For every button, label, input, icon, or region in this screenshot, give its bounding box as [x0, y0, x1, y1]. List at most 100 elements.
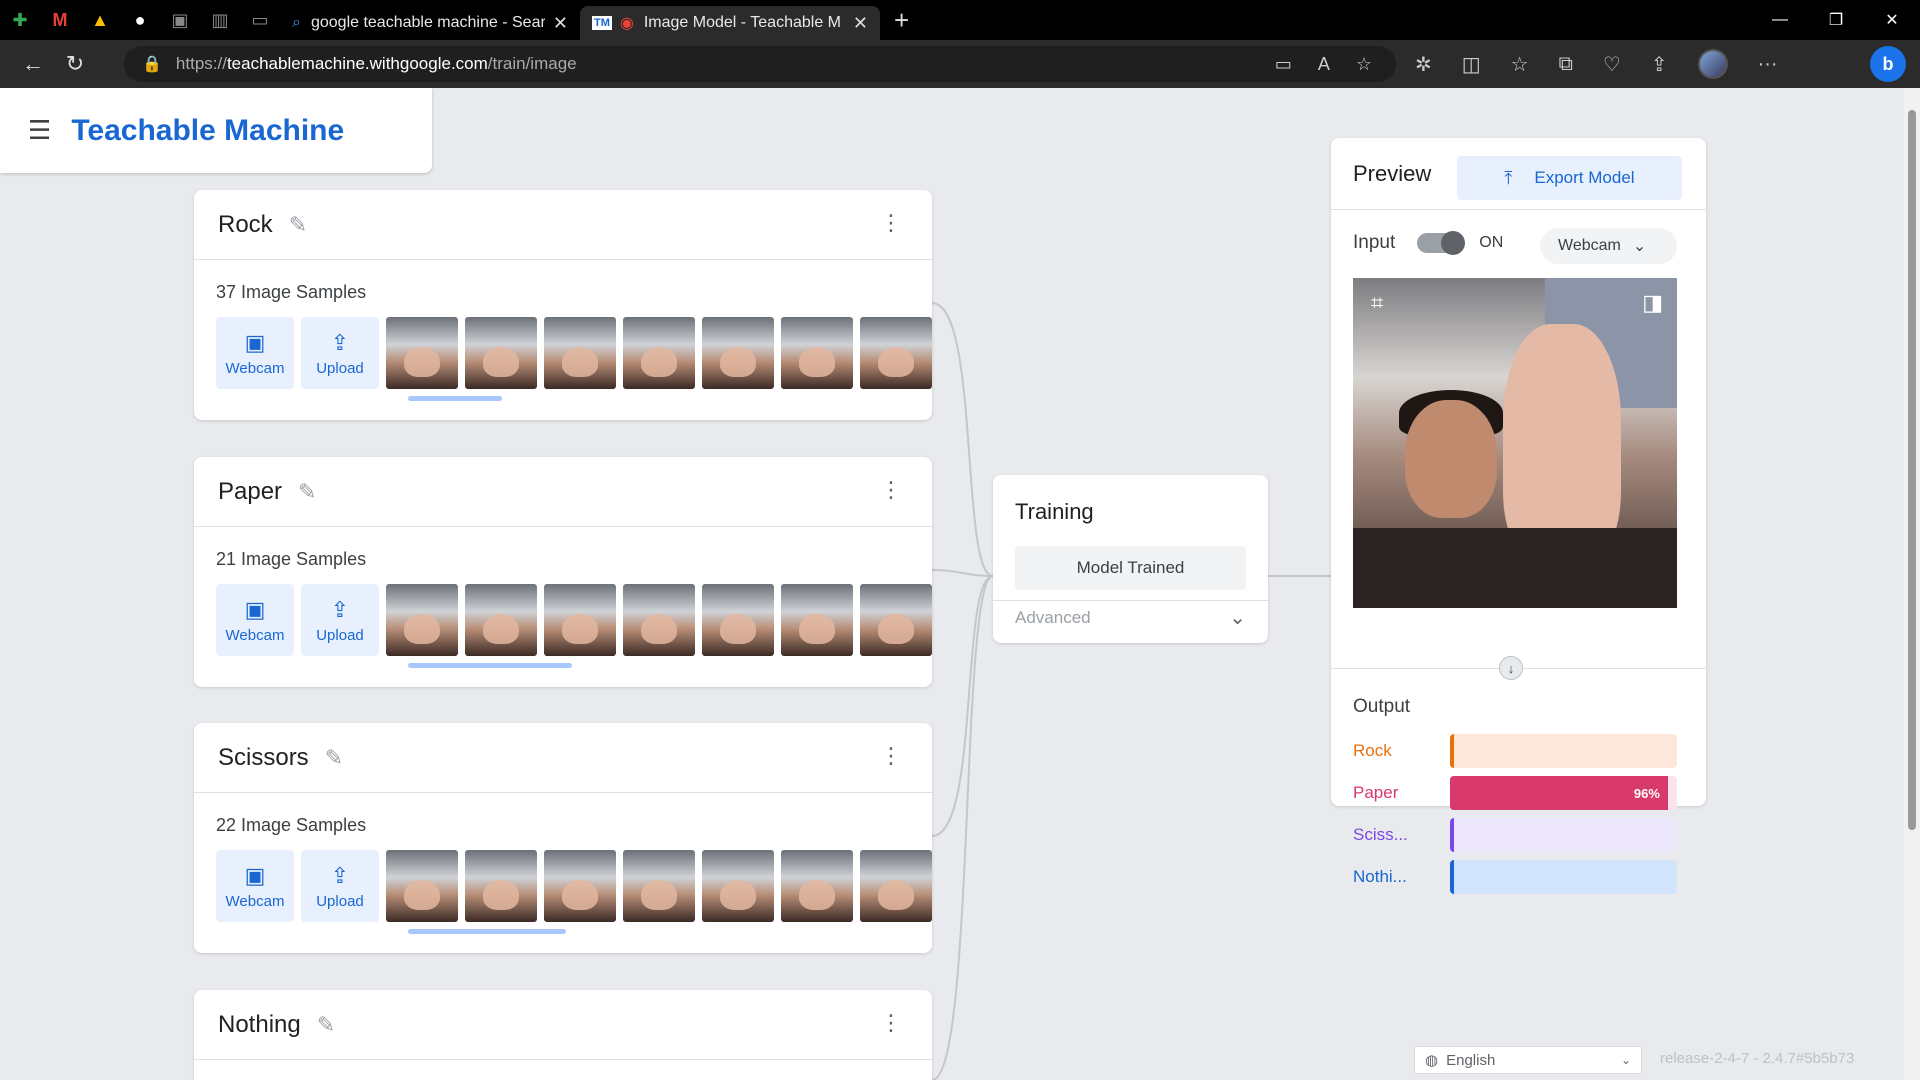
sample-thumbnail[interactable]	[702, 317, 774, 389]
language-dropdown[interactable]: ◍ English ⌄	[1414, 1046, 1642, 1074]
sample-thumbnails	[386, 850, 932, 922]
sample-thumbnail[interactable]	[544, 584, 616, 656]
webcam-button[interactable]: ▣ Webcam	[216, 850, 294, 922]
sample-thumbnail[interactable]	[860, 584, 932, 656]
hamburger-menu-icon[interactable]: ☰	[28, 115, 51, 146]
url-text: https://teachablemachine.withgoogle.com/…	[175, 54, 577, 73]
close-tab-icon[interactable]: ✕	[853, 13, 868, 34]
sample-thumbnail[interactable]	[623, 850, 695, 922]
close-window-icon[interactable]: ✕	[1864, 0, 1920, 40]
globe-icon: ◍	[1425, 1052, 1439, 1069]
sample-thumbnail[interactable]	[781, 850, 853, 922]
search-icon: ⌕	[292, 14, 301, 31]
favorites-icon[interactable]: ☆	[1511, 52, 1529, 77]
copilot-icon[interactable]: b	[1870, 46, 1906, 82]
more-icon[interactable]: ···	[1758, 53, 1778, 76]
training-panel: Training Model Trained Advanced ⌄	[993, 475, 1268, 643]
output-row-nothing: Nothi...	[1353, 860, 1677, 894]
sample-thumbnail[interactable]	[386, 850, 458, 922]
sample-thumbnail[interactable]	[781, 584, 853, 656]
crop-icon[interactable]: ⌗	[1371, 290, 1383, 316]
class-name[interactable]: Paper	[218, 478, 282, 506]
sample-thumbnail[interactable]	[781, 317, 853, 389]
thumbnail-scrollbar[interactable]	[408, 929, 566, 934]
favorite-star-icon[interactable]: ☆	[1356, 54, 1372, 75]
edit-pencil-icon[interactable]: ✎	[289, 212, 307, 238]
edit-pencil-icon[interactable]: ✎	[298, 479, 316, 505]
sample-thumbnail[interactable]	[544, 850, 616, 922]
export-model-button[interactable]: ⤒ Export Model	[1457, 156, 1682, 200]
video-icon[interactable]: ▭	[1275, 54, 1292, 75]
sample-thumbnail[interactable]	[623, 584, 695, 656]
arrow-down-icon: ↓	[1499, 656, 1523, 680]
github-pinned-tab-icon[interactable]: ●	[120, 0, 160, 40]
flip-icon[interactable]: ◨	[1642, 290, 1663, 316]
refresh-icon[interactable]: ↻	[54, 44, 96, 84]
drive-pinned-tab-icon[interactable]: ▲	[80, 0, 120, 40]
url-field[interactable]: 🔒 https://teachablemachine.withgoogle.co…	[124, 46, 1396, 82]
upload-button-label: Upload	[316, 892, 364, 910]
more-options-icon[interactable]: ⋮	[880, 479, 902, 501]
thumbnail-scrollbar[interactable]	[408, 396, 502, 401]
preview-panel: Preview ⤒ Export Model Input ON Webcam ⌄…	[1331, 138, 1706, 894]
page-scrollbar[interactable]	[1904, 88, 1920, 1080]
sample-thumbnail[interactable]	[465, 317, 537, 389]
sample-thumbnail[interactable]	[860, 317, 932, 389]
input-toggle[interactable]	[1417, 231, 1466, 255]
sample-thumbnail[interactable]	[860, 850, 932, 922]
sample-thumbnail[interactable]	[702, 584, 774, 656]
close-tab-icon[interactable]: ✕	[553, 13, 568, 34]
edit-pencil-icon[interactable]: ✎	[325, 745, 343, 771]
more-options-icon[interactable]: ⋮	[880, 1012, 902, 1034]
tab-title: Image Model - Teachable M	[643, 14, 841, 31]
thumbnail-scrollbar[interactable]	[408, 663, 572, 668]
pinned-tab-icon[interactable]: ▭	[240, 0, 280, 40]
toggle-state: ON	[1479, 234, 1504, 251]
share-icon[interactable]: ⇪	[1651, 52, 1668, 77]
input-source-dropdown[interactable]: Webcam ⌄	[1540, 228, 1677, 264]
sample-thumbnail[interactable]	[702, 850, 774, 922]
class-name[interactable]: Rock	[218, 211, 273, 239]
edit-pencil-icon[interactable]: ✎	[317, 1012, 335, 1038]
chevron-down-icon[interactable]: ⌄	[1229, 605, 1246, 630]
upload-button[interactable]: ⇪ Upload	[301, 584, 379, 656]
restore-icon[interactable]: ❐	[1808, 0, 1864, 40]
more-options-icon[interactable]: ⋮	[880, 745, 902, 767]
webcam-button[interactable]: ▣ Webcam	[216, 584, 294, 656]
sample-thumbnail[interactable]	[386, 317, 458, 389]
output-label: Sciss...	[1353, 825, 1408, 844]
scrollbar-thumb[interactable]	[1908, 110, 1916, 830]
new-tab-button[interactable]: +	[894, 5, 909, 36]
pinned-tab-icon[interactable]: ▣	[160, 0, 200, 40]
more-options-icon[interactable]: ⋮	[880, 212, 902, 234]
extensions-icon[interactable]: ✲	[1415, 52, 1432, 77]
split-screen-icon[interactable]: ◫	[1462, 52, 1481, 77]
back-icon[interactable]: ←	[12, 44, 54, 84]
profile-avatar[interactable]	[1697, 49, 1728, 79]
pinned-tab-icon[interactable]: ▥	[200, 0, 240, 40]
sample-count: 37 Image Samples	[216, 282, 367, 302]
class-name[interactable]: Nothing	[218, 1011, 301, 1039]
minimize-icon[interactable]: —	[1752, 0, 1808, 40]
webcam-button[interactable]: ▣ Webcam	[216, 317, 294, 389]
sample-thumbnail[interactable]	[544, 317, 616, 389]
advanced-toggle[interactable]: Advanced	[1015, 608, 1091, 628]
sample-count: 22 Image Samples	[216, 815, 367, 835]
sample-thumbnail[interactable]	[465, 850, 537, 922]
sample-thumbnail[interactable]	[386, 584, 458, 656]
sample-thumbnail[interactable]	[465, 584, 537, 656]
output-label: Paper	[1353, 783, 1399, 802]
upload-button[interactable]: ⇪ Upload	[301, 850, 379, 922]
performance-icon[interactable]: ♡	[1603, 52, 1621, 77]
sheets-pinned-tab-icon[interactable]: ✚	[0, 0, 40, 40]
read-aloud-icon[interactable]: A	[1318, 54, 1330, 75]
browser-tab-bar: ✚ M ▲ ● ▣ ▥ ▭ ⌕ google teachable machine…	[0, 0, 1920, 40]
gmail-pinned-tab-icon[interactable]: M	[40, 0, 80, 40]
sample-thumbnail[interactable]	[623, 317, 695, 389]
upload-button[interactable]: ⇪ Upload	[301, 317, 379, 389]
tab-teachable-machine[interactable]: TM ◉ Image Model - Teachable M ✕	[580, 6, 880, 40]
collections-icon[interactable]: ⧉	[1559, 53, 1573, 76]
train-model-button[interactable]: Model Trained	[1015, 546, 1246, 590]
class-name[interactable]: Scissors	[218, 744, 309, 772]
tab-search[interactable]: ⌕ google teachable machine - Sear ✕	[280, 6, 580, 40]
